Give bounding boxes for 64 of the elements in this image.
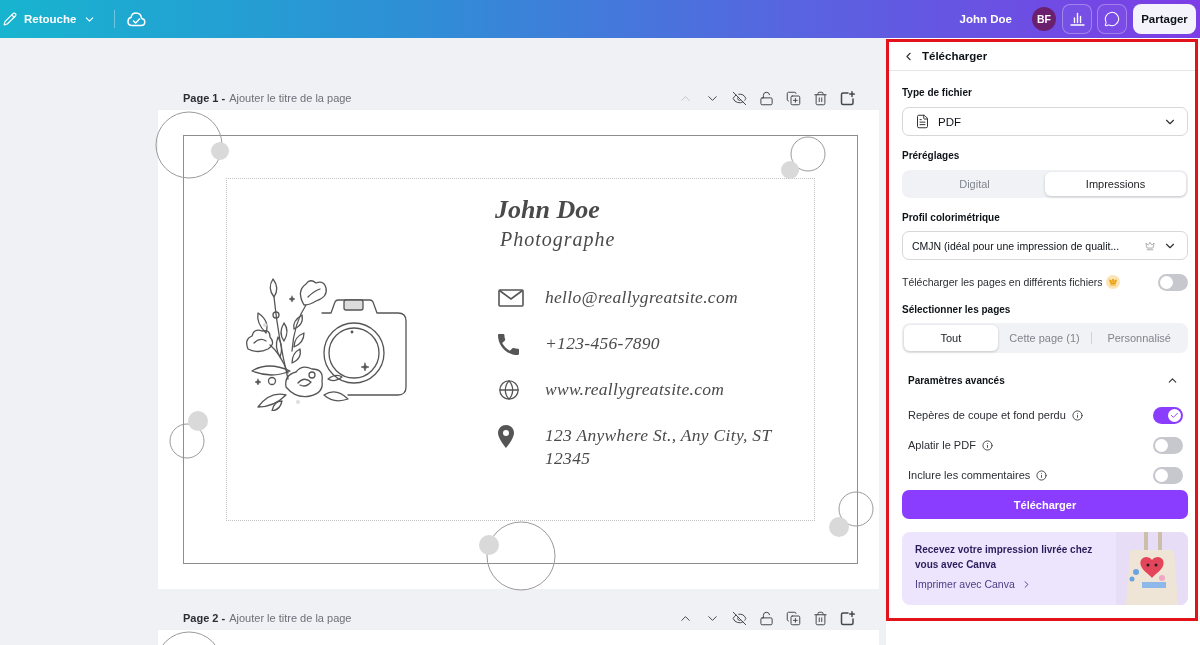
speech-bubble-icon [1104, 11, 1120, 27]
segment-tab[interactable]: Tout [904, 325, 998, 351]
dot-shape [187, 410, 209, 432]
share-button[interactable]: Partager [1133, 4, 1196, 34]
map-pin-icon [498, 424, 514, 448]
toggle-switch[interactable] [1153, 406, 1183, 424]
info-icon[interactable] [981, 439, 993, 451]
cloud-check-icon[interactable] [127, 11, 147, 27]
card-job-title: Photographe [500, 227, 617, 251]
info-icon[interactable] [1036, 469, 1048, 481]
print-link[interactable]: Imprimer avec Canva [915, 577, 1032, 591]
toggle-switch[interactable] [1153, 436, 1183, 454]
padlock-icon[interactable] [759, 610, 774, 626]
comment-button[interactable] [1097, 4, 1127, 34]
toggle-switch[interactable] [1153, 466, 1183, 484]
trash-icon[interactable] [813, 90, 828, 106]
dot-shape [780, 160, 800, 180]
contact-text: +123-456-7890 [545, 332, 660, 355]
eye-slash-icon[interactable] [732, 90, 747, 106]
bar-chart-icon [1069, 12, 1085, 26]
check-icon [1170, 410, 1179, 420]
globe-icon [498, 379, 520, 401]
file-icon [915, 114, 930, 129]
user-avatar[interactable]: BF [1032, 7, 1056, 31]
option-label: Aplatir le PDF [908, 439, 976, 451]
segment-tab[interactable]: Impressions [1045, 172, 1186, 196]
trash-icon[interactable] [813, 610, 828, 626]
contact-text: hello@reallygreatsite.com [545, 286, 738, 309]
toggle-switch[interactable] [1158, 273, 1188, 291]
copy-icon[interactable] [786, 610, 801, 626]
envelope-icon [498, 289, 524, 307]
file-type-select[interactable]: PDF [902, 107, 1188, 136]
section-label: Type de fichier [902, 86, 973, 100]
panel-title: Télécharger [922, 50, 988, 62]
square-plus-icon[interactable] [840, 90, 855, 106]
color-profile-select[interactable]: CMJN (idéal pour une impression de qualit... [902, 231, 1188, 260]
section-label: Sélectionner les pages [902, 303, 1012, 317]
section-label: Profil colorimétrique [902, 211, 1001, 225]
option-label: Télécharger les pages en différents fichiers [902, 276, 1103, 288]
padlock-icon[interactable] [759, 90, 774, 106]
card-name: John Doe [495, 195, 601, 225]
dot-shape [478, 534, 500, 556]
contact-text: www.reallygreatsite.com [545, 378, 725, 401]
advanced-settings-toggle[interactable]: Paramètres avancés [902, 370, 1188, 390]
download-button[interactable]: Télécharger [902, 490, 1188, 519]
promo-title: Recevez votre impression livrée chez vous avec Canva [915, 543, 1094, 572]
eye-slash-icon[interactable] [732, 610, 747, 626]
copy-icon[interactable] [786, 90, 801, 106]
section-label: Préréglages [902, 149, 961, 163]
phone-icon [498, 333, 519, 355]
user-name: John Doe [959, 13, 1012, 25]
chart-button[interactable] [1062, 4, 1092, 34]
dot-shape [210, 141, 230, 161]
square-plus-icon[interactable] [840, 610, 855, 626]
pencil-icon [3, 12, 17, 26]
option-label: Repères de coupe et fond perdu [908, 409, 1066, 421]
dot-shape [828, 516, 850, 538]
page-title-field[interactable]: Ajouter le titre de la page [229, 92, 380, 104]
info-icon[interactable] [1071, 409, 1083, 421]
option-label: Inclure les commentaires [908, 469, 1031, 481]
contact-text: 123 Anywhere St., Any City, ST 12345 [545, 424, 774, 470]
page-title-field[interactable]: Ajouter le titre de la page [229, 612, 380, 624]
page-number-label: Page 1 - [183, 92, 226, 104]
page-number-label: Page 2 - [183, 612, 226, 624]
